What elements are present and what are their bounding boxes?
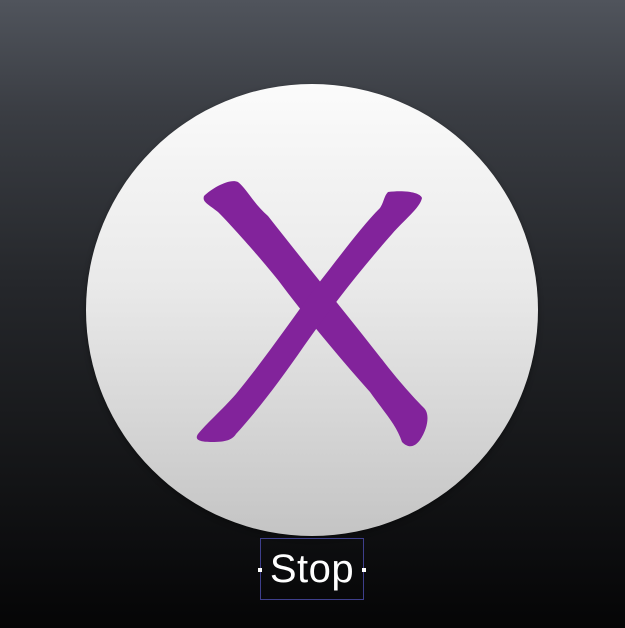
stop-control: Stop — [0, 0, 625, 628]
stop-button[interactable] — [86, 84, 538, 536]
stop-label: Stop — [269, 547, 355, 591]
close-x-icon — [196, 181, 428, 447]
stop-label-selection[interactable]: Stop — [258, 538, 366, 600]
